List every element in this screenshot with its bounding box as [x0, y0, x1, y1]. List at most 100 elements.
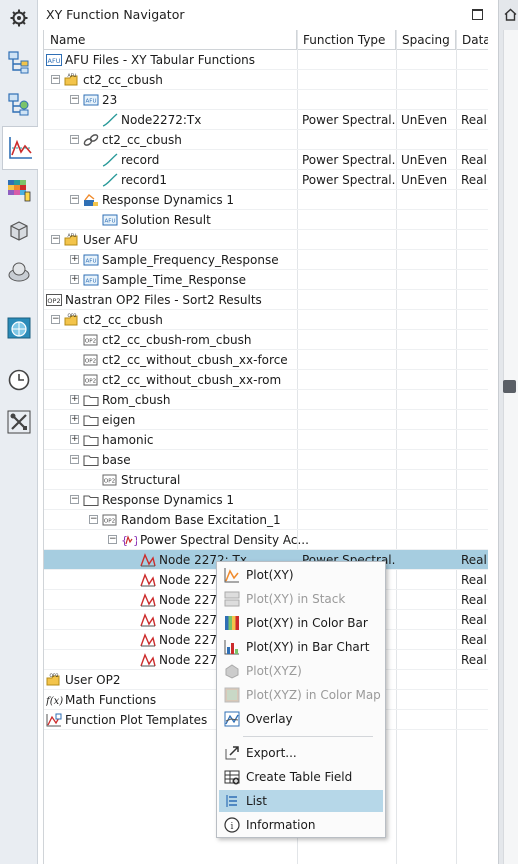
reuse-library-icon[interactable] — [3, 214, 35, 246]
settings-gear-icon[interactable] — [3, 2, 35, 34]
tree-row[interactable]: OP2 ct2_cc_cbush-rom_cbush — [44, 330, 488, 350]
spacing-cell: UnEven — [401, 173, 448, 187]
data-cell: Real Q — [461, 113, 488, 127]
tree-item-label: ct2_cc_without_cbush_xx-force — [102, 353, 288, 367]
menu-item-plot-xy[interactable]: Plot(XY) — [219, 564, 383, 586]
psd-curve-icon — [140, 553, 156, 567]
collapse-icon[interactable]: − — [70, 195, 79, 204]
svg-text:i: i — [231, 822, 234, 832]
tree-row[interactable]: − AFU ct2_cc_cbush — [44, 70, 488, 90]
menu-item-label: Export... — [246, 746, 297, 760]
svg-text:AFU: AFU — [68, 233, 77, 239]
xy-function-navigator-icon[interactable] — [2, 126, 38, 170]
svg-text:OP2: OP2 — [104, 479, 115, 485]
tree-row[interactable]: + AFU Sample_Frequency_Response — [44, 250, 488, 270]
tree-row[interactable]: −{}Power Spectral Density Ac... — [44, 530, 488, 550]
tree-row[interactable]: − OP2 ct2_cc_cbush — [44, 310, 488, 330]
home-icon[interactable] — [503, 0, 518, 28]
part-navigator-icon[interactable] — [3, 88, 35, 120]
tree-item-label: Response Dynamics 1 — [102, 193, 235, 207]
collapse-icon[interactable]: − — [70, 95, 79, 104]
collapse-icon[interactable]: − — [51, 315, 60, 324]
tree-row[interactable]: − AFU 23 — [44, 90, 488, 110]
tree-item-label: eigen — [102, 413, 136, 427]
curve-icon — [102, 153, 118, 167]
history-icon[interactable] — [3, 364, 35, 396]
tree-row[interactable]: + hamonic — [44, 430, 488, 450]
collapse-icon[interactable]: − — [89, 515, 98, 524]
menu-item-plot-xy-in-color-bar[interactable]: Plot(XY) in Color Bar — [219, 612, 383, 634]
svg-text:OP2: OP2 — [49, 673, 58, 679]
tree-row[interactable]: − ct2_cc_cbush — [44, 130, 488, 150]
data-cell: Real Q — [461, 153, 488, 167]
psd-curve-icon — [140, 613, 156, 627]
expand-icon[interactable]: + — [70, 275, 79, 284]
collapse-icon[interactable]: − — [70, 455, 79, 464]
afu-record-icon: AFU — [83, 253, 99, 267]
op2-record-icon: OP2 — [83, 353, 99, 367]
svg-text:OP2: OP2 — [85, 339, 96, 345]
system-tools-icon[interactable] — [3, 406, 35, 438]
afu-folder-icon: AFU — [64, 233, 80, 247]
maximize-icon[interactable] — [472, 9, 483, 20]
plot-xyz-icon — [224, 663, 240, 679]
tree-row[interactable]: OP2 Nastran OP2 Files - Sort2 Results — [44, 290, 488, 310]
menu-item-create-table-field[interactable]: Create Table Field — [219, 766, 383, 788]
expand-icon[interactable]: + — [70, 255, 79, 264]
svg-text:AFU: AFU — [86, 279, 97, 285]
tree-row[interactable]: + AFU Sample_Time_Response — [44, 270, 488, 290]
tree-item-label: Node 2272 — [159, 633, 225, 647]
op2-folder-icon: OP2 — [64, 313, 80, 327]
tree-row[interactable]: − Response Dynamics 1 — [44, 490, 488, 510]
tree-row[interactable]: − AFU User AFU — [44, 230, 488, 250]
psd-curve-icon — [140, 593, 156, 607]
op2-record-icon: OP2 — [102, 513, 118, 527]
tree-row[interactable]: − base — [44, 450, 488, 470]
expand-icon[interactable]: + — [70, 435, 79, 444]
menu-item-plot-xy-in-bar-chart[interactable]: Plot(XY) in Bar Chart — [219, 636, 383, 658]
column-spacing[interactable]: Spacing — [396, 30, 456, 50]
svg-text:OP2: OP2 — [67, 313, 76, 319]
tree-row[interactable]: − Response Dynamics 1 — [44, 190, 488, 210]
psd-curve-icon — [140, 633, 156, 647]
collapse-icon[interactable]: − — [51, 75, 60, 84]
psd-curve-icon — [140, 653, 156, 667]
tree-row[interactable]: OP2 ct2_cc_without_cbush_xx-force — [44, 350, 488, 370]
roles-icon[interactable] — [3, 256, 35, 288]
collapse-icon[interactable]: − — [108, 535, 117, 544]
tree-row[interactable]: OP2 ct2_cc_without_cbush_xx-rom — [44, 370, 488, 390]
tree-row[interactable]: AFU AFU Files - XY Tabular Functions — [44, 50, 488, 70]
tree-row[interactable]: − OP2 Random Base Excitation_1 — [44, 510, 488, 530]
tree-item-label: Response Dynamics 1 — [102, 493, 235, 507]
expand-icon[interactable]: + — [70, 395, 79, 404]
svg-text:AFU: AFU — [48, 57, 61, 65]
data-cell: Real Q — [461, 573, 488, 587]
svg-text:OP2: OP2 — [85, 379, 96, 385]
color-palette-icon[interactable] — [3, 174, 35, 206]
tree-row[interactable]: OP2 Structural — [44, 470, 488, 490]
menu-item-information[interactable]: i Information — [219, 814, 383, 836]
op2-record-icon: OP2 — [83, 333, 99, 347]
collapse-icon[interactable]: − — [70, 135, 79, 144]
folder-icon — [83, 453, 99, 467]
menu-item-overlay[interactable]: Overlay — [219, 708, 383, 730]
tree-item-label: Sample_Frequency_Response — [102, 253, 279, 267]
collapse-icon[interactable]: − — [70, 495, 79, 504]
web-browser-icon[interactable] — [3, 312, 35, 344]
menu-item-export[interactable]: Export... — [219, 742, 383, 764]
tree-row[interactable]: + eigen — [44, 410, 488, 430]
afu-record-icon: AFU — [102, 213, 118, 227]
tree-row[interactable]: Node2272:Tx Power Spectral... UnEven Real Q — [44, 110, 488, 130]
tree-row[interactable]: record1 Power Spectral... UnEven Real Q — [44, 170, 488, 190]
expand-icon[interactable]: + — [70, 415, 79, 424]
menu-item-list[interactable]: List — [219, 790, 383, 812]
collapse-icon[interactable]: − — [51, 235, 60, 244]
tree-row[interactable]: record Power Spectral... UnEven Real Q — [44, 150, 488, 170]
column-function-type[interactable]: Function Type — [297, 30, 396, 50]
assembly-navigator-icon[interactable] — [3, 46, 35, 78]
tree-row[interactable]: + Rom_cbush — [44, 390, 488, 410]
tree-row[interactable]: AFU Solution Result — [44, 210, 488, 230]
column-data[interactable]: Data — [456, 30, 488, 50]
column-name[interactable]: Name — [44, 30, 297, 50]
plot-template-icon — [46, 713, 62, 727]
